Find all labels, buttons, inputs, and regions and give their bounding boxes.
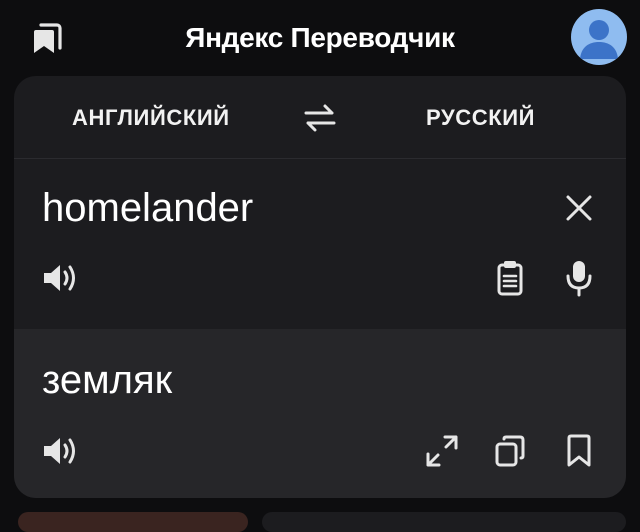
result-speaker-button[interactable] [40,431,80,471]
add-bookmark-button[interactable] [559,431,599,471]
copy-icon [495,435,525,467]
swap-languages-button[interactable] [302,101,338,135]
target-language-button[interactable]: РУССКИЙ [426,104,535,132]
app-title: Яндекс Переводчик [185,22,455,53]
language-bar: АНГЛИЙСКИЙ РУССКИЙ [14,76,626,159]
bottom-card-peek-right [262,512,626,532]
source-speaker-button[interactable] [40,258,80,298]
swap-arrows-icon [304,104,336,132]
microphone-button[interactable] [559,258,599,298]
top-bar: Яндекс Переводчик [0,0,640,76]
translation-result-area: земляк [14,329,626,498]
source-text[interactable]: homelander [42,185,253,231]
source-input-area[interactable]: homelander [14,159,626,329]
paste-clipboard-icon [497,261,523,296]
expand-icon [426,435,458,467]
bookmark-icon [567,434,591,467]
speaker-icon [44,438,75,464]
translator-card: АНГЛИЙСКИЙ РУССКИЙ homelander земляк [14,76,626,498]
bottom-card-peek-left [18,512,248,532]
close-icon [566,195,592,221]
avatar[interactable] [571,9,627,65]
source-language-button[interactable]: АНГЛИЙСКИЙ [72,104,230,132]
copy-button[interactable] [490,431,530,471]
microphone-icon [566,261,592,297]
speaker-icon [44,265,75,291]
clear-button[interactable] [560,189,598,227]
fullscreen-button[interactable] [422,431,462,471]
translation-text[interactable]: земляк [42,357,172,403]
paste-button[interactable] [490,258,530,298]
user-avatar-icon [580,20,618,59]
